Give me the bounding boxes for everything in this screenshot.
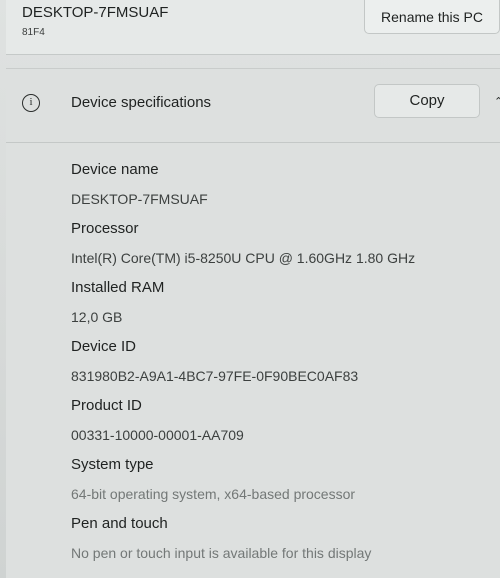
spec-value-device-id: 831980B2-A9A1-4BC7-97FE-0F90BEC0AF83 (71, 368, 359, 384)
rename-pc-button[interactable]: Rename this PC (364, 0, 500, 34)
spec-label-pen-and-touch: Pen and touch (71, 515, 168, 532)
spec-label-device-name: Device name (71, 161, 159, 178)
spec-value-pen-and-touch: No pen or touch input is available for t… (71, 545, 372, 561)
spec-value-processor: Intel(R) Core(TM) i5-8250U CPU @ 1.60GHz… (71, 250, 416, 266)
chevron-up-icon[interactable]: ⌃ (494, 95, 500, 108)
copy-button[interactable]: Copy (374, 84, 480, 118)
spec-value-product-id: 00331-10000-00001-AA709 (71, 427, 244, 443)
device-specifications-card: i Device specifications Copy ⌃ Device na… (6, 68, 500, 578)
spec-label-device-id: Device ID (71, 338, 137, 355)
device-header-card: DESKTOP-7FMSUAF 81F4 Rename this PC (6, 0, 500, 55)
spec-value-installed-ram: 12,0 GB (71, 309, 123, 325)
device-specifications-header[interactable]: i Device specifications Copy ⌃ (6, 69, 500, 143)
info-icon: i (22, 94, 40, 112)
spec-list: Device name DESKTOP-7FMSUAF Processor In… (71, 155, 491, 568)
device-title: DESKTOP-7FMSUAF (22, 4, 169, 21)
device-model-code: 81F4 (22, 27, 45, 38)
spec-label-installed-ram: Installed RAM (71, 279, 165, 296)
spec-label-processor: Processor (71, 220, 139, 237)
settings-about-page: DESKTOP-7FMSUAF 81F4 Rename this PC i De… (0, 0, 500, 578)
spec-value-system-type: 64-bit operating system, x64-based proce… (71, 486, 356, 502)
spec-value-device-name: DESKTOP-7FMSUAF (71, 191, 208, 207)
section-title: Device specifications (71, 94, 212, 111)
spec-label-product-id: Product ID (71, 397, 142, 414)
spec-label-system-type: System type (71, 456, 154, 473)
